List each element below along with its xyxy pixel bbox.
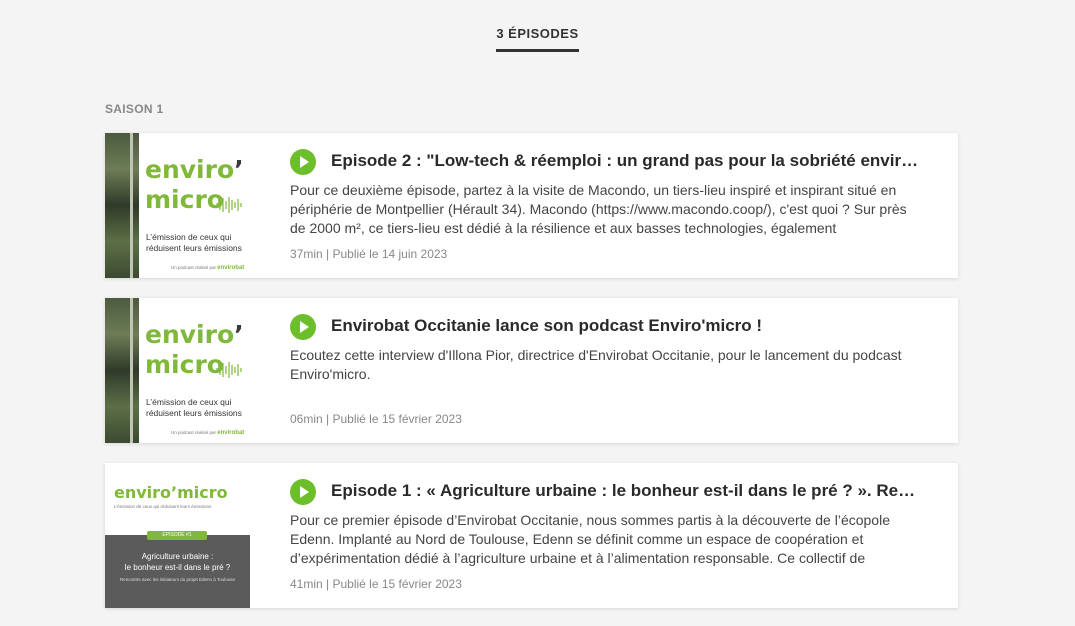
photo-strip xyxy=(105,298,139,443)
episode-card[interactable]: enviro’ micro L’émission de ceux qui réd… xyxy=(105,133,958,278)
episode-badge: EPISODE #1 xyxy=(147,531,207,540)
thumbnail-credit: Un podcast réalisé par envirobat xyxy=(171,430,245,436)
episode-meta: 41min | Publié le 15 février 2023 xyxy=(290,577,462,591)
episode-thumbnail[interactable]: enviro’ micro L’émission de ceux qui réd… xyxy=(105,298,250,443)
episodes-count-tab[interactable]: 3 ÉPISODES xyxy=(496,26,579,52)
episode-meta: 06min | Publié le 15 février 2023 xyxy=(290,412,462,426)
episode-meta: 37min | Publié le 14 juin 2023 xyxy=(290,247,448,261)
episodes-header: 3 ÉPISODES xyxy=(0,0,1075,52)
episode-description: Pour ce premier épisode d’Envirobat Occi… xyxy=(290,512,890,566)
episode-description: Pour ce deuxième épisode, partez à la vi… xyxy=(290,182,907,236)
soundwave-icon xyxy=(216,197,242,213)
thumbnail-tagline: L’émission de ceux qui réduisent leurs é… xyxy=(146,397,242,418)
thumbnail-subtitle: L’émission de ceux qui réduisent leurs é… xyxy=(114,504,212,509)
thumbnail-tagline: L’émission de ceux qui réduisent leurs é… xyxy=(146,232,242,253)
episode-thumbnail[interactable]: enviro’ micro L’émission de ceux qui réd… xyxy=(105,133,250,278)
enviromicro-logo: enviro’micro xyxy=(114,483,228,502)
thumbnail-title: Agriculture urbaine : le bonheur est-il … xyxy=(124,552,231,572)
thumbnail-caption: Rencontre avec les initiateurs du projet… xyxy=(120,577,235,582)
episode-thumbnail[interactable]: enviro’micro L’émission de ceux qui rédu… xyxy=(105,463,250,608)
episode-card[interactable]: enviro’micro L’émission de ceux qui rédu… xyxy=(105,463,958,608)
play-icon[interactable] xyxy=(290,479,316,505)
episode-description: Ecoutez cette interview d'Illona Pior, d… xyxy=(290,347,902,382)
episode-title[interactable]: Envirobat Occitanie lance son podcast En… xyxy=(331,315,921,337)
play-icon[interactable] xyxy=(290,149,316,175)
play-icon[interactable] xyxy=(290,314,316,340)
episode-title[interactable]: Episode 1 : « Agriculture urbaine : le b… xyxy=(331,480,921,502)
season-label: SAISON 1 xyxy=(105,102,164,116)
soundwave-icon xyxy=(216,362,242,378)
thumbnail-credit: Un podcast réalisé par envirobat xyxy=(171,265,245,271)
photo-strip xyxy=(105,133,139,278)
episode-card[interactable]: enviro’ micro L’émission de ceux qui réd… xyxy=(105,298,958,443)
episode-title[interactable]: Episode 2 : "Low-tech & réemploi : un gr… xyxy=(331,150,921,172)
